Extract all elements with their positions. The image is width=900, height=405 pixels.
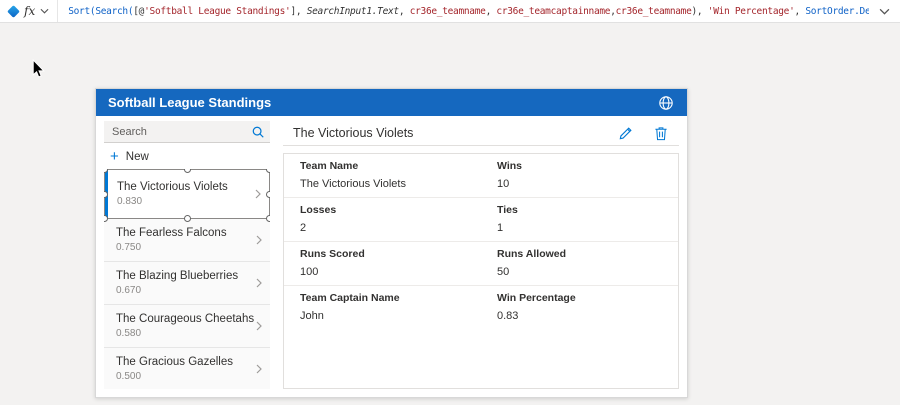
gallery-item[interactable]: The Fearless Falcons 0.750 <box>104 219 270 262</box>
gallery-item[interactable]: The Blazing Blueberries 0.670 <box>104 262 270 305</box>
edit-button[interactable] <box>615 124 635 142</box>
field-value: 0.83 <box>497 310 662 322</box>
selection-handle[interactable] <box>184 215 191 222</box>
selection-handle[interactable] <box>266 191 270 198</box>
field-label: Team Name <box>300 160 465 172</box>
field-label: Win Percentage <box>497 292 662 304</box>
field-label: Losses <box>300 204 465 216</box>
fx-icon: fx <box>24 4 35 18</box>
formula-segment: cr36e_teamcaptainname <box>496 6 610 17</box>
chevron-right-icon <box>256 235 262 245</box>
field-label: Team Captain Name <box>300 292 465 304</box>
field-value: The Victorious Violets <box>300 178 465 190</box>
formula-segment: 'Win Percentage' <box>708 6 795 17</box>
detail-pane: The Victorious Violets <box>283 121 679 389</box>
pencil-icon <box>618 126 633 141</box>
gallery-item[interactable]: The Gracious Gazelles 0.500 <box>104 348 270 389</box>
globe-button[interactable] <box>657 94 675 112</box>
formula-bar: fx Sort(Search([@'Softball League Standi… <box>0 0 900 23</box>
field-label: Runs Allowed <box>497 248 662 260</box>
app-header: Softball League Standings <box>96 89 687 116</box>
app-screen: Softball League Standings + New <box>95 88 688 398</box>
gallery-item[interactable]: The Victorious Violets 0.830 <box>104 169 270 219</box>
detail-form: Team Name The Victorious Violets Wins 10… <box>283 153 679 389</box>
item-name: The Courageous Cheetahs <box>116 313 256 325</box>
form-row: Runs Scored 100 Runs Allowed 50 <box>284 242 678 286</box>
formula-segment: Search( <box>95 6 133 17</box>
formula-segment: 'Softball League Standings' <box>144 6 290 17</box>
form-row: Team Captain Name John Win Percentage 0.… <box>284 286 678 329</box>
item-name: The Victorious Violets <box>117 181 255 193</box>
sidebar: + New <box>104 121 270 389</box>
formula-segment: SortOrder.Descending <box>805 6 869 17</box>
item-name: The Gracious Gazelles <box>116 356 256 368</box>
new-button-label: New <box>126 151 149 163</box>
field-label: Ties <box>497 204 662 216</box>
formula-segment: cr36e_teamname <box>410 6 486 17</box>
formula-segment: ], <box>290 6 306 17</box>
search-box <box>104 121 270 143</box>
design-canvas: Softball League Standings + New <box>0 23 900 405</box>
formula-segment: ), <box>692 6 708 17</box>
item-value: 0.830 <box>117 196 255 207</box>
app-title: Softball League Standings <box>108 95 657 110</box>
form-row: Team Name The Victorious Violets Wins 10 <box>284 154 678 198</box>
detail-titlebar: The Victorious Violets <box>283 121 679 146</box>
detail-title: The Victorious Violets <box>293 126 599 140</box>
field-label: Wins <box>497 160 662 172</box>
selection-handle[interactable] <box>266 215 270 222</box>
field-value: 100 <box>300 266 465 278</box>
item-value: 0.750 <box>116 242 256 253</box>
formula-segment: SearchInput1.Text <box>307 6 399 17</box>
mouse-cursor <box>32 59 45 84</box>
form-row: Losses 2 Ties 1 <box>284 198 678 242</box>
plus-icon: + <box>110 150 119 164</box>
formula-input[interactable]: Sort(Search([@'Softball League Standings… <box>58 6 869 17</box>
formula-segment: , <box>795 6 806 17</box>
field-value: 2 <box>300 222 465 234</box>
formula-segment: , <box>486 6 497 17</box>
selection-handle[interactable] <box>266 169 270 173</box>
field-value: 1 <box>497 222 662 234</box>
selection-handle[interactable] <box>184 169 191 173</box>
formula-segment: , <box>399 6 410 17</box>
new-record-button[interactable]: + New <box>104 148 270 166</box>
field-value: 50 <box>497 266 662 278</box>
formula-segment: Sort( <box>68 6 95 17</box>
chevron-down-icon[interactable] <box>40 8 49 14</box>
control-icon <box>7 5 20 18</box>
trash-icon <box>654 126 668 141</box>
item-value: 0.580 <box>116 328 256 339</box>
gallery-item[interactable]: The Courageous Cheetahs 0.580 <box>104 305 270 348</box>
item-value: 0.500 <box>116 371 256 382</box>
chevron-right-icon <box>256 321 262 331</box>
item-name: The Fearless Falcons <box>116 227 256 239</box>
records-gallery: The Victorious Violets 0.830 The Fearles… <box>104 169 270 389</box>
search-input[interactable] <box>104 121 270 142</box>
formula-segment: [@ <box>133 6 144 17</box>
delete-button[interactable] <box>651 124 671 142</box>
formula-expand-button[interactable] <box>869 0 900 22</box>
formula-property-dropdown[interactable]: fx <box>0 0 58 22</box>
formula-segment: cr36e_teamname <box>616 6 692 17</box>
field-label: Runs Scored <box>300 248 465 260</box>
search-icon[interactable] <box>251 125 265 139</box>
chevron-right-icon <box>256 278 262 288</box>
field-value: 10 <box>497 178 662 190</box>
chevron-right-icon <box>255 189 261 199</box>
globe-icon <box>658 95 674 111</box>
item-name: The Blazing Blueberries <box>116 270 256 282</box>
field-value: John <box>300 310 465 322</box>
chevron-right-icon <box>256 364 262 374</box>
item-value: 0.670 <box>116 285 256 296</box>
app-body: + New <box>96 116 687 397</box>
chevron-down-icon <box>879 8 890 15</box>
